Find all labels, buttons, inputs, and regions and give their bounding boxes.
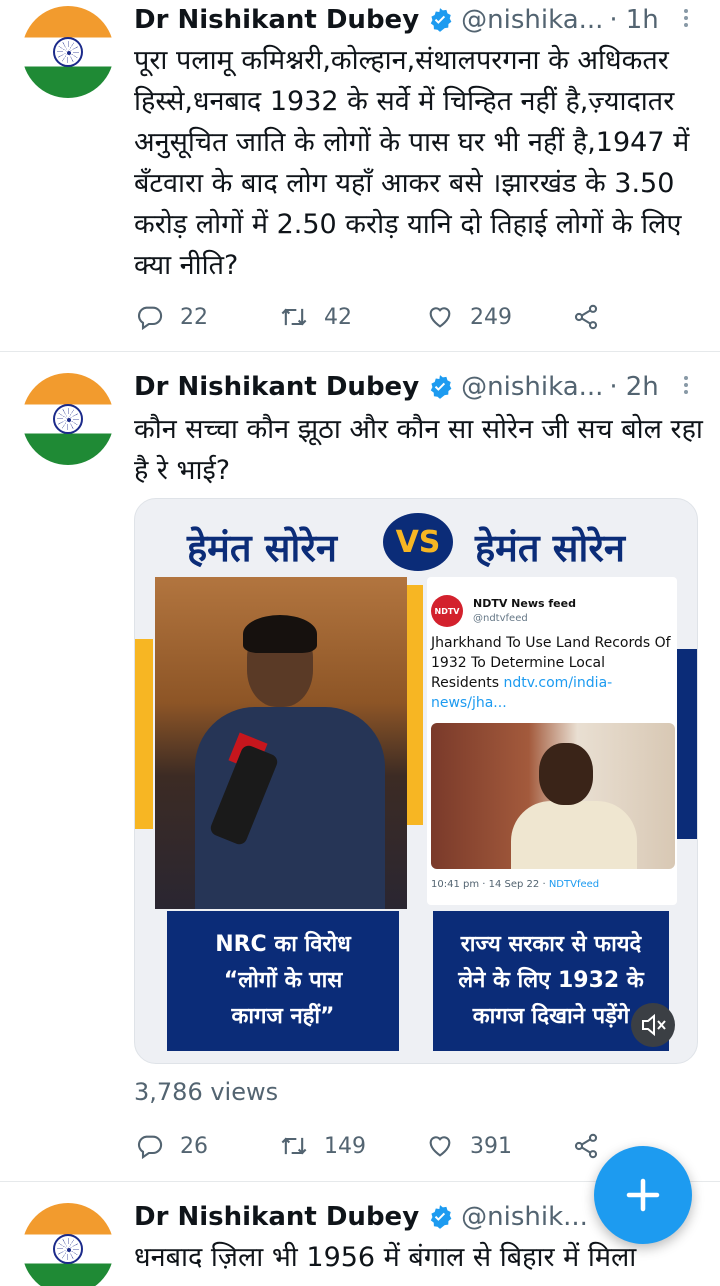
tweet[interactable]: Dr Nishikant Dubey @nishika... · 1h पूरा… <box>0 0 720 352</box>
heart-icon <box>429 1136 451 1157</box>
speaker-muted-icon[interactable] <box>631 1003 675 1047</box>
reply-icon <box>137 306 163 331</box>
tweet-text: धनबाद ज़िला भी 1956 में बंगाल से बिहार म… <box>134 1242 637 1273</box>
banner-title-right: हेमंत सोरेन <box>475 526 625 570</box>
avatar[interactable] <box>22 6 114 98</box>
embedded-timestamp: 10:41 pm · 14 Sep 22 · NDTVfeed <box>431 879 600 890</box>
verified-badge-icon <box>430 375 452 399</box>
embedded-handle: @ndtvfeed <box>473 613 528 624</box>
reply-icon <box>137 1135 163 1160</box>
user-handle[interactable]: @nishika... <box>461 372 603 402</box>
tweet-text: पूरा पलामू कमिश्नरी,कोल्हान,संथालपरगना क… <box>134 45 690 281</box>
ashoka-chakra-icon <box>53 1234 83 1264</box>
compose-plus-icon <box>626 1178 660 1212</box>
interview-photo <box>155 577 407 909</box>
decorative-stripe <box>135 639 153 829</box>
avatar[interactable] <box>22 373 114 465</box>
like-count: 249 <box>470 304 512 330</box>
more-options-icon[interactable] <box>676 373 696 401</box>
caption-box-left: NRC का विरोध “लोगों के पास कागज नहीं” <box>167 911 399 1051</box>
display-name[interactable]: Dr Nishikant Dubey <box>134 372 419 402</box>
tweet-media-image[interactable]: हेमंत सोरेन VS हेमंत सोरेन NDTV NDTV New… <box>134 498 698 1064</box>
like-count: 391 <box>470 1133 512 1159</box>
separator-dot: · <box>609 5 618 35</box>
user-handle[interactable]: @nishik... <box>461 1202 588 1232</box>
like-button[interactable]: 249 <box>426 297 512 337</box>
more-options-icon[interactable] <box>676 6 696 34</box>
tweet-header: Dr Nishikant Dubey @nishika... · 2h <box>134 369 690 405</box>
decorative-stripe <box>675 649 697 839</box>
embedded-display-name: NDTV News feed <box>473 597 576 610</box>
reply-button[interactable]: 22 <box>136 297 208 337</box>
retweet-icon <box>281 1137 307 1155</box>
view-count: 3,786 views <box>134 1078 279 1106</box>
timestamp[interactable]: 2h <box>626 372 659 402</box>
like-button[interactable]: 391 <box>426 1126 512 1166</box>
retweet-icon <box>281 308 307 326</box>
reply-count: 22 <box>180 304 208 330</box>
retweet-count: 149 <box>324 1133 366 1159</box>
heart-icon <box>429 307 451 328</box>
ashoka-chakra-icon <box>53 37 83 67</box>
reply-count: 26 <box>180 1133 208 1159</box>
tweet-actions: 26 149 391 <box>136 1126 616 1166</box>
reply-button[interactable]: 26 <box>136 1126 208 1166</box>
embedded-tweet-card: NDTV NDTV News feed @ndtvfeed Jharkhand … <box>427 577 677 905</box>
display-name[interactable]: Dr Nishikant Dubey <box>134 1202 419 1232</box>
timestamp[interactable]: 1h <box>626 5 659 35</box>
share-button[interactable] <box>572 297 616 337</box>
tweet-header: Dr Nishikant Dubey @nishika... · 1h <box>134 2 690 38</box>
tweet-text: कौन सच्चा कौन झूठा और कौन सा सोरेन जी सच… <box>134 414 703 486</box>
tweet-actions: 22 42 249 <box>136 297 616 337</box>
ndtv-logo: NDTV <box>431 595 463 627</box>
vs-badge: VS <box>383 513 453 571</box>
ashoka-chakra-icon <box>53 404 83 434</box>
retweet-button[interactable]: 42 <box>280 297 352 337</box>
embedded-text: Jharkhand To Use Land Records Of 1932 To… <box>431 635 671 711</box>
separator-dot: · <box>609 372 618 402</box>
banner-title-left: हेमंत सोरेन <box>187 526 337 570</box>
retweet-button[interactable]: 149 <box>280 1126 366 1166</box>
decorative-stripe <box>407 585 423 825</box>
avatar[interactable] <box>22 1203 114 1286</box>
compose-tweet-button[interactable] <box>594 1146 692 1244</box>
retweet-count: 42 <box>324 304 352 330</box>
share-icon <box>574 1133 598 1159</box>
verified-badge-icon <box>430 1205 452 1229</box>
verified-badge-icon <box>430 8 452 32</box>
embedded-photo <box>431 723 675 869</box>
display-name[interactable]: Dr Nishikant Dubey <box>134 5 419 35</box>
user-handle[interactable]: @nishika... <box>461 5 603 35</box>
share-icon <box>574 304 598 330</box>
